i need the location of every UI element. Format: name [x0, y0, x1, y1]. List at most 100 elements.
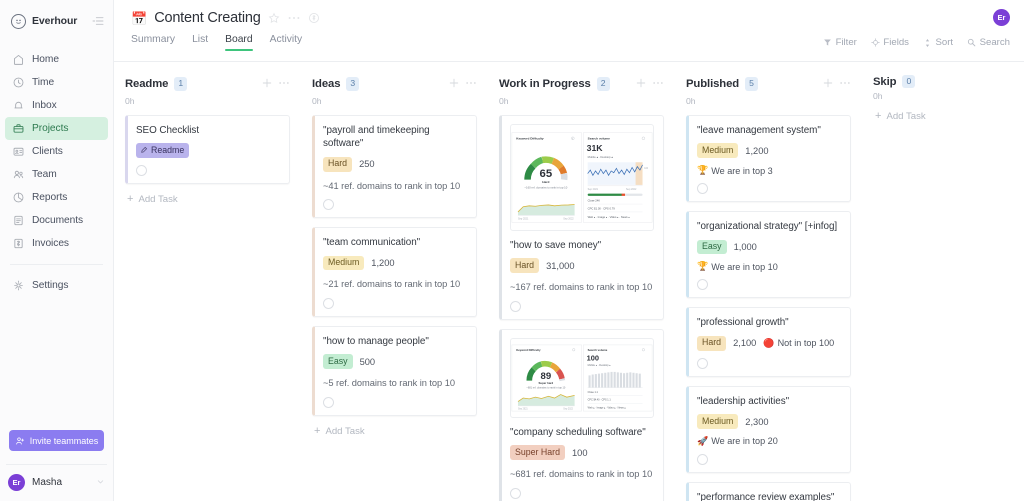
- app-root: Everhour Home Time Inbox Projects Client…: [0, 0, 1024, 501]
- add-task-button[interactable]: + Add Task: [125, 194, 290, 206]
- task-card[interactable]: "leave management system" Medium 1,200 🏆…: [686, 115, 851, 203]
- search-volume: 31,000: [546, 260, 575, 271]
- search-volume: 100: [572, 447, 588, 458]
- filter-button[interactable]: Filter: [823, 37, 857, 48]
- task-card[interactable]: SEO Checklist Readme: [125, 115, 290, 185]
- sort-button[interactable]: Sort: [923, 37, 953, 48]
- fields-label: Fields: [883, 37, 909, 48]
- card-meta: Easy 500: [323, 354, 467, 370]
- sidebar-item-reports[interactable]: Reports: [5, 186, 108, 209]
- column-cards: "leave management system" Medium 1,200 🏆…: [686, 115, 851, 501]
- task-card[interactable]: "leadership activities" Medium 2,300 🚀 W…: [686, 385, 851, 473]
- invite-label: Invite teammates: [29, 435, 99, 446]
- invite-teammates-button[interactable]: Invite teammates: [9, 430, 104, 451]
- avatar[interactable]: Er: [993, 9, 1010, 26]
- user-menu[interactable]: Er Masha: [6, 464, 107, 501]
- start-timer-icon[interactable]: [697, 453, 708, 465]
- ranking-label: Not in top 100: [777, 338, 835, 349]
- sidebar-item-settings[interactable]: Settings: [5, 274, 108, 297]
- ellipsis-icon[interactable]: [652, 75, 664, 93]
- column-count-badge: 3: [346, 77, 360, 91]
- svg-text:Close 24K: Close 24K: [588, 198, 601, 202]
- sidebar-item-documents[interactable]: Documents: [5, 209, 108, 232]
- fields-button[interactable]: Fields: [871, 37, 909, 48]
- task-card[interactable]: "professional growth" Hard 2,100 🔴 Not i…: [686, 307, 851, 377]
- calendar-emoji-icon: 📅: [131, 10, 148, 26]
- tab-list[interactable]: List: [192, 34, 208, 51]
- sidebar-item-projects[interactable]: Projects: [5, 117, 108, 140]
- star-icon[interactable]: [268, 12, 280, 24]
- collapse-panel-icon[interactable]: [91, 14, 105, 28]
- kanban-board: Readme 1 0h SEO Checklist Readme + Add T…: [114, 62, 1024, 501]
- plus-icon[interactable]: [262, 75, 272, 93]
- task-card[interactable]: "payroll and timekeeping software" Hard …: [312, 115, 477, 219]
- svg-text:Sep 2021: Sep 2021: [518, 218, 529, 221]
- plus-icon[interactable]: [449, 75, 459, 93]
- start-timer-icon[interactable]: [323, 396, 334, 408]
- search-volume: 1,000: [733, 242, 757, 253]
- difficulty-badge: Easy: [697, 239, 727, 255]
- plus-icon[interactable]: [636, 75, 646, 93]
- card-note: ~167 ref. domains to rank in top 10: [510, 282, 653, 293]
- column-time: 0h: [499, 96, 509, 106]
- dollar-circle-icon[interactable]: [308, 12, 320, 24]
- add-task-button[interactable]: + Add Task: [873, 111, 1024, 123]
- column-actions: [636, 75, 664, 93]
- add-task-label: Add Task: [138, 194, 178, 206]
- plus-icon[interactable]: [823, 75, 833, 93]
- user-name: Masha: [32, 476, 63, 488]
- column-cards: Keyword Difficulty i 65 Hard ~160 ref. d…: [499, 115, 664, 501]
- chevron-down-icon[interactable]: [96, 473, 105, 491]
- sidebar-item-inbox[interactable]: Inbox: [5, 94, 108, 117]
- ellipsis-icon[interactable]: [278, 75, 290, 93]
- start-timer-icon[interactable]: [697, 279, 708, 291]
- start-timer-icon[interactable]: [697, 357, 708, 369]
- id-card-icon: [12, 145, 25, 158]
- ellipsis-icon[interactable]: [287, 12, 301, 24]
- keyword-overview-thumbnail[interactable]: Keyword Difficulty i 65 Hard ~160 ref. d…: [510, 124, 654, 231]
- column-count-badge: 0: [902, 75, 916, 89]
- task-card[interactable]: Keyword Difficulty 89 Super hard ~681 re…: [499, 328, 664, 501]
- ranking-label: We are in top 10: [711, 261, 778, 272]
- task-card[interactable]: "team communication" Medium 1,200 ~21 re…: [312, 227, 477, 317]
- add-task-button[interactable]: + Add Task: [312, 425, 477, 437]
- tab-activity[interactable]: Activity: [270, 34, 303, 51]
- search-volume: 2,100: [733, 338, 757, 349]
- task-card[interactable]: "organizational strategy" [+infog] Easy …: [686, 211, 851, 299]
- svg-text:89: 89: [541, 371, 552, 382]
- svg-text:Sep 2021: Sep 2021: [518, 408, 528, 410]
- column-header: Readme 1: [125, 75, 290, 93]
- sidebar-item-invoices[interactable]: Invoices: [5, 232, 108, 255]
- difficulty-badge: Medium: [697, 143, 739, 159]
- start-timer-icon[interactable]: [510, 300, 521, 312]
- card-meta: Hard 250: [323, 156, 467, 172]
- sidebar-nav: Home Time Inbox Projects Clients Team Re…: [0, 48, 113, 297]
- task-card[interactable]: "how to manage people" Easy 500 ~5 ref. …: [312, 325, 477, 416]
- start-timer-icon[interactable]: [697, 183, 708, 195]
- keyword-overview-thumbnail[interactable]: Keyword Difficulty 89 Super hard ~681 re…: [510, 337, 654, 418]
- sidebar: Everhour Home Time Inbox Projects Client…: [0, 0, 114, 501]
- tab-summary[interactable]: Summary: [131, 34, 175, 51]
- tab-board[interactable]: Board: [225, 34, 254, 51]
- task-card[interactable]: Keyword Difficulty i 65 Hard ~160 ref. d…: [499, 115, 664, 320]
- column-actions: [449, 75, 477, 93]
- search-button[interactable]: Search: [967, 37, 1010, 48]
- sidebar-item-home[interactable]: Home: [5, 48, 108, 71]
- start-timer-icon[interactable]: [323, 199, 334, 211]
- difficulty-badge: Hard: [323, 156, 353, 172]
- ellipsis-icon[interactable]: [465, 75, 477, 93]
- svg-text:Keyword Difficulty: Keyword Difficulty: [516, 348, 541, 352]
- start-timer-icon[interactable]: [136, 165, 147, 177]
- sidebar-item-label: Reports: [32, 192, 68, 203]
- sidebar-item-label: Home: [32, 54, 59, 65]
- sidebar-item-team[interactable]: Team: [5, 163, 108, 186]
- ranking-status: 🏆 We are in top 3: [697, 165, 773, 176]
- start-timer-icon[interactable]: [510, 487, 521, 499]
- card-title: "company scheduling software": [510, 426, 646, 438]
- sidebar-item-clients[interactable]: Clients: [5, 140, 108, 163]
- start-timer-icon[interactable]: [323, 297, 334, 309]
- task-card[interactable]: "performance review examples" Hard 6,700…: [686, 481, 851, 501]
- ellipsis-icon[interactable]: [839, 75, 851, 93]
- sidebar-item-time[interactable]: Time: [5, 71, 108, 94]
- status-badge: Readme: [136, 143, 190, 159]
